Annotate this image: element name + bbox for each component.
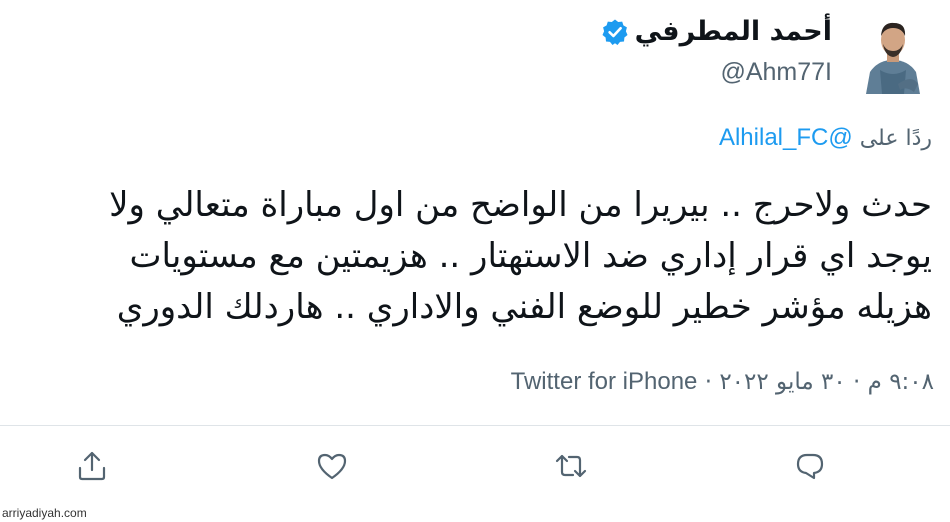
replying-to-label: ردًا على <box>859 126 932 151</box>
tweet-text-line: حدث ولاحرج .. بيريرا من الواضح من اول مب… <box>109 185 932 225</box>
tweet-source-link[interactable]: Twitter for iPhone <box>511 368 698 395</box>
tweet-text: حدث ولاحرج .. بيريرا من الواضح من اول مب… <box>20 180 932 333</box>
retweet-button[interactable] <box>553 448 589 484</box>
tweet-text-line: يوجد اي قرار إداري ضد الاستهتار .. هزيمت… <box>129 236 932 276</box>
tweet-text-line: هزيله مؤشر خطير للوضع الفني والاداري .. … <box>116 287 932 327</box>
share-icon <box>74 451 110 488</box>
retweet-icon <box>553 454 589 488</box>
share-button[interactable] <box>74 448 110 484</box>
author-header: أحمد المطرفي <box>601 16 832 47</box>
heart-icon <box>314 453 350 488</box>
watermark: arriyadiyah.com <box>2 506 87 520</box>
tweet-card: أحمد المطرفي @Ahm77I ردًا على @Alhilal_F… <box>0 0 950 522</box>
reply-button[interactable] <box>792 448 828 484</box>
avatar[interactable] <box>858 14 928 94</box>
verified-badge-icon <box>601 18 629 46</box>
replying-to: ردًا على @Alhilal_FC <box>719 124 932 152</box>
author-display-name[interactable]: أحمد المطرفي <box>635 16 832 47</box>
replying-to-mention-link[interactable]: @Alhilal_FC <box>719 124 853 151</box>
tweet-meta: ٩:٠٨ م · ٣٠ مايو ٢٠٢٢ · Twitter for iPho… <box>511 368 934 396</box>
divider <box>0 425 950 426</box>
reply-icon <box>792 453 828 488</box>
tweet-actions-bar <box>0 448 950 488</box>
tweet-timestamp[interactable]: ٩:٠٨ م · ٣٠ مايو ٢٠٢٢ <box>719 369 934 395</box>
like-button[interactable] <box>314 448 350 484</box>
author-handle[interactable]: @Ahm77I <box>720 58 832 87</box>
meta-separator: · <box>697 369 720 395</box>
